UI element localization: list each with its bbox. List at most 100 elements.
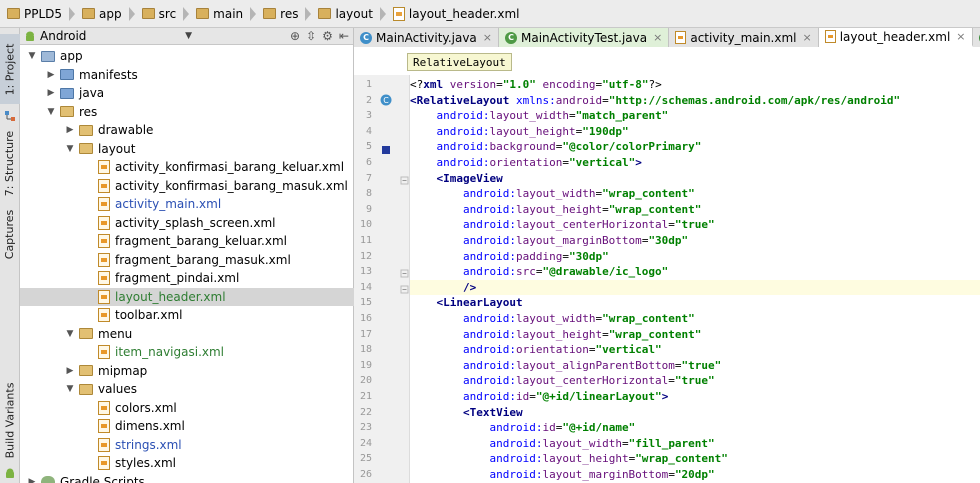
tree-file-item[interactable]: layout_header.xml: [20, 287, 354, 306]
tree-file-item[interactable]: toolbar.xml: [20, 306, 354, 325]
project-tool-tab[interactable]: 1: Project: [0, 34, 20, 104]
code-line[interactable]: android:layout_height="190dp": [410, 124, 980, 140]
tree-folder-item[interactable]: ▶ manifests: [20, 66, 354, 85]
hide-panel-icon[interactable]: ⇤: [339, 29, 349, 43]
tree-folder-item[interactable]: ▶ java: [20, 84, 354, 103]
code-line[interactable]: android:padding="30dp": [410, 249, 980, 265]
code-line[interactable]: android:layout_width="match_parent": [410, 108, 980, 124]
editor-tab[interactable]: C MainActivity.java ×: [354, 28, 499, 47]
breadcrumb-item[interactable]: PPLD5: [4, 3, 67, 25]
code-line[interactable]: android:layout_marginBottom="20dp": [410, 467, 980, 483]
collapse-arrow-icon[interactable]: ▶: [45, 88, 57, 98]
code-token: "utf-8": [602, 78, 649, 91]
breadcrumb-item[interactable]: main: [193, 3, 248, 25]
gear-icon[interactable]: ⚙: [322, 29, 333, 43]
expand-arrow-icon[interactable]: ▼: [45, 107, 57, 117]
code-line[interactable]: />: [410, 279, 980, 296]
close-icon[interactable]: ×: [483, 31, 492, 44]
code-line[interactable]: <ImageView: [410, 171, 980, 187]
fold-collapse-icon[interactable]: [400, 174, 409, 188]
breadcrumb-item[interactable]: app: [79, 3, 127, 25]
editor-tab[interactable]: app: [972, 28, 980, 47]
breadcrumb-item[interactable]: res: [260, 3, 303, 25]
code-line[interactable]: <RelativeLayout xmlns:android="http://sc…: [410, 93, 980, 109]
code-line[interactable]: android:layout_width="fill_parent": [410, 436, 980, 452]
collapse-arrow-icon[interactable]: ▶: [45, 70, 57, 80]
tree-file-item[interactable]: activity_splash_screen.xml: [20, 214, 354, 233]
tree-folder-item[interactable]: ▼ res: [20, 103, 354, 122]
tree-file-item[interactable]: activity_konfirmasi_barang_masuk.xml: [20, 177, 354, 196]
fold-collapse-icon[interactable]: [400, 267, 409, 281]
folder-icon: [79, 383, 93, 395]
code-line[interactable]: android:layout_centerHorizontal="true": [410, 373, 980, 389]
tree-folder-item[interactable]: ▼ app: [20, 47, 354, 66]
close-icon[interactable]: ×: [956, 30, 965, 43]
tree-folder-item[interactable]: ▶ drawable: [20, 121, 354, 140]
code-line[interactable]: android:layout_marginBottom="30dp": [410, 233, 980, 249]
color-swatch-icon[interactable]: [382, 143, 390, 157]
expand-arrow-icon[interactable]: ▼: [64, 384, 76, 394]
expand-arrow-icon[interactable]: ▼: [64, 329, 76, 339]
breadcrumb-item[interactable]: layout_header.xml: [390, 3, 525, 25]
line-number: 2: [365, 94, 372, 106]
code-line[interactable]: android:layout_width="wrap_content": [410, 186, 980, 202]
tree-folder-item[interactable]: ▼ values: [20, 380, 354, 399]
tree-file-item[interactable]: activity_main.xml: [20, 195, 354, 214]
tree-file-item[interactable]: fragment_pindai.xml: [20, 269, 354, 288]
code-line[interactable]: android:layout_width="wrap_content": [410, 311, 980, 327]
class-icon[interactable]: C: [380, 94, 392, 109]
code-token: <?: [410, 78, 424, 91]
code-line[interactable]: android:layout_alignParentBottom="true": [410, 358, 980, 374]
captures-tool-tab[interactable]: Captures: [0, 206, 20, 262]
code-line[interactable]: android:id="@+id/name": [410, 420, 980, 436]
xml-tag-breadcrumb[interactable]: RelativeLayout: [407, 53, 512, 71]
scroll-from-source-icon[interactable]: ⊕: [290, 29, 300, 43]
code-token: layout_marginBottom: [542, 468, 669, 481]
code-line[interactable]: android:orientation="vertical">: [410, 155, 980, 171]
code-line[interactable]: android:id="@+id/linearLayout">: [410, 389, 980, 405]
tree-folder-item[interactable]: ▶ mipmap: [20, 362, 354, 381]
editor-tab[interactable]: C MainActivityTest.java ×: [499, 28, 670, 47]
editor-tab[interactable]: activity_main.xml ×: [669, 28, 819, 47]
tree-file-item[interactable]: dimens.xml: [20, 417, 354, 436]
code-line[interactable]: android:layout_height="wrap_content": [410, 451, 980, 467]
editor-tab[interactable]: layout_header.xml ×: [818, 28, 973, 47]
tree-file-item[interactable]: colors.xml: [20, 399, 354, 418]
code-line[interactable]: <TextView: [410, 405, 980, 421]
code-line[interactable]: android:layout_height="wrap_content": [410, 202, 980, 218]
close-icon[interactable]: ×: [653, 31, 662, 44]
collapse-arrow-icon[interactable]: ▶: [26, 477, 38, 483]
code-line[interactable]: android:src="@drawable/ic_logo": [410, 264, 980, 280]
code-line[interactable]: android:layout_height="wrap_content": [410, 327, 980, 343]
code-token: <RelativeLayout: [410, 93, 516, 107]
tree-file-item[interactable]: strings.xml: [20, 436, 354, 455]
expand-arrow-icon[interactable]: ▼: [64, 144, 76, 154]
breadcrumb-item[interactable]: layout: [315, 3, 377, 25]
tree-file-item[interactable]: fragment_barang_masuk.xml: [20, 251, 354, 270]
close-icon[interactable]: ×: [803, 31, 812, 44]
collapse-all-icon[interactable]: ⇳: [306, 29, 316, 43]
expand-arrow-icon[interactable]: ▼: [26, 51, 38, 61]
tree-folder-item[interactable]: ▼ menu: [20, 325, 354, 344]
code-line[interactable]: <?xml version="1.0" encoding="utf-8"?>: [410, 77, 980, 93]
code-editor[interactable]: <?xml version="1.0" encoding="utf-8"?> <R…: [410, 75, 980, 483]
code-line[interactable]: <LinearLayout: [410, 295, 980, 311]
code-line[interactable]: android:background="@color/colorPrimary": [410, 139, 980, 155]
fold-collapse-icon[interactable]: [400, 283, 409, 297]
tree-folder-item[interactable]: ▶ Gradle Scripts: [20, 473, 354, 483]
tree-folder-item[interactable]: ▼ layout: [20, 140, 354, 159]
code-token: "true": [674, 374, 715, 388]
collapse-arrow-icon[interactable]: ▶: [64, 125, 76, 135]
tree-file-item[interactable]: activity_konfirmasi_barang_keluar.xml: [20, 158, 354, 177]
project-view-selector[interactable]: Android ▼: [20, 29, 192, 43]
tree-file-item[interactable]: item_navigasi.xml: [20, 343, 354, 362]
structure-tool-tab[interactable]: 7: Structure: [0, 126, 20, 200]
collapse-arrow-icon[interactable]: ▶: [64, 366, 76, 376]
breadcrumb-item[interactable]: src: [139, 3, 182, 25]
tree-file-item[interactable]: styles.xml: [20, 454, 354, 473]
build-variants-tool-tab[interactable]: Build Variants: [0, 373, 20, 468]
code-line[interactable]: android:orientation="vertical": [410, 342, 980, 358]
tree-file-item[interactable]: fragment_barang_keluar.xml: [20, 232, 354, 251]
code-line[interactable]: android:layout_centerHorizontal="true": [410, 217, 980, 233]
